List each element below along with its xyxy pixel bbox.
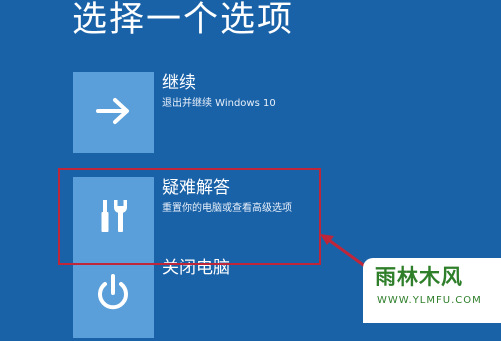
- option-poweroff-tile[interactable]: [73, 257, 154, 338]
- option-continue-tile[interactable]: [73, 72, 154, 153]
- arrow-right-icon: [94, 96, 134, 130]
- option-continue-description: 退出并继续 Windows 10: [162, 98, 276, 109]
- option-continue-title: 继续: [162, 73, 196, 93]
- watermark-logo: 雨林木风 WWW.YLMFU.COM: [363, 258, 501, 323]
- option-continue[interactable]: 继续 退出并继续 Windows 10: [73, 72, 433, 156]
- watermark-url: WWW.YLMFU.COM: [377, 295, 482, 306]
- watermark-text: 雨林木风: [375, 265, 463, 289]
- page-title: 选择一个选项: [72, 0, 295, 40]
- annotation-highlight-box: [58, 168, 321, 265]
- power-icon: [93, 273, 133, 317]
